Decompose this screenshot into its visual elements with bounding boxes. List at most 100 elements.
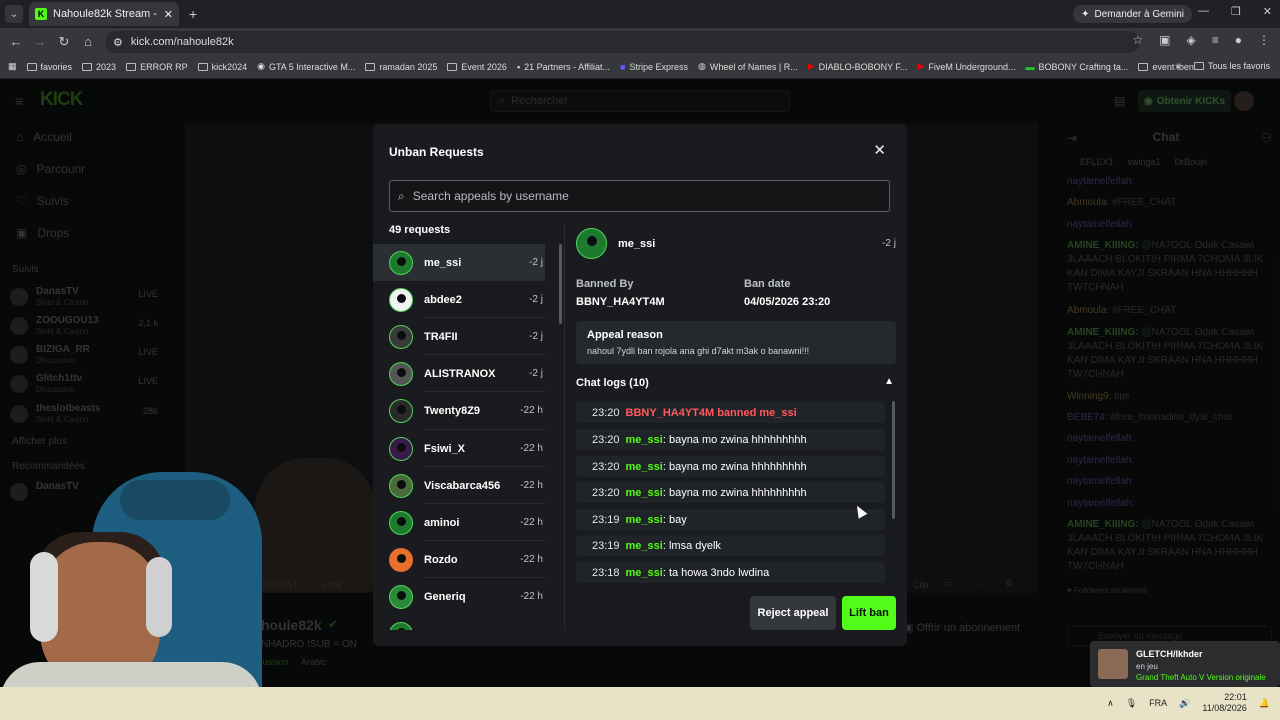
log-user: me_ssi (625, 460, 663, 473)
bookmark-item[interactable]: ◍ Wheel of Names | R... (698, 61, 798, 72)
close-tab-icon[interactable]: ✕ (164, 8, 173, 21)
detail-username[interactable]: me_ssi (618, 238, 655, 250)
avatar (389, 287, 413, 312)
chat-log-row: 23:19 me_ssi: lmsa dyelk (576, 535, 885, 556)
bookmark-item[interactable]: ■ Stripe Express (620, 62, 688, 72)
request-item[interactable]: Viscabarca456 -22 h (373, 467, 545, 504)
bookmark-item[interactable]: ▪ 21 Partners - Affiliat... (517, 62, 610, 72)
more-bookmarks-icon[interactable]: » (1175, 61, 1180, 71)
tab-search-icon[interactable]: ⌄ (5, 5, 23, 23)
maximize-icon[interactable]: ❐ (1231, 5, 1241, 18)
tray-chevron-icon[interactable]: ∧ (1107, 698, 1114, 709)
avatar (389, 547, 413, 572)
request-username: me_ssi (424, 256, 462, 269)
bookmark-label: DIABLO-BOBONY F... (818, 61, 908, 72)
close-window-icon[interactable]: ✕ (1263, 5, 1272, 18)
home-icon[interactable]: ⌂ (76, 34, 100, 49)
notifications-icon[interactable]: 🔔 (1259, 698, 1270, 709)
logs-scrollbar[interactable] (892, 401, 895, 519)
reload-icon[interactable]: ↻ (52, 34, 76, 50)
microphone-icon[interactable]: 🎙 (1126, 698, 1137, 709)
bookmark-item[interactable]: Event 2026 (447, 62, 507, 72)
chat-log-row: 23:20 me_ssi: bayna mo zwina hhhhhhhhh (576, 456, 885, 477)
bookmark-item[interactable]: ▶ FiveM Underground... (918, 61, 1016, 72)
speaker-icon[interactable]: 🔊 (1179, 698, 1190, 709)
menu-icon[interactable]: ⋮ (1258, 33, 1270, 47)
request-item[interactable]: me_ssi -2 j (373, 244, 545, 281)
request-item[interactable]: Fsiwi_X -22 h (373, 430, 545, 467)
minimize-icon[interactable]: — (1198, 5, 1209, 18)
puzzle-icon[interactable]: ◈ (1187, 33, 1196, 47)
youtube-icon: ▶ (917, 61, 925, 71)
bookmark-star-icon[interactable]: ☆ (1132, 33, 1143, 47)
gemini-button[interactable]: ✦ Demander à Gemini (1073, 5, 1192, 23)
request-item[interactable]: Rozdo -22 h (373, 541, 545, 578)
site-info-icon[interactable]: ⚙ (113, 36, 123, 49)
media-icon[interactable]: ≡ (1212, 33, 1219, 47)
folder-icon (1138, 62, 1149, 71)
request-item[interactable] (373, 615, 545, 630)
avatar (576, 228, 607, 259)
chair-logo (120, 480, 230, 520)
clock[interactable]: 22:01 11/08/2026 (1202, 692, 1246, 714)
bookmark-item[interactable]: ramadan 2025 (365, 62, 437, 72)
new-tab-icon[interactable]: + (189, 6, 197, 22)
profile-icon[interactable]: ● (1235, 33, 1242, 47)
bookmark-item[interactable]: favories (26, 62, 72, 72)
request-username: Rozdo (424, 553, 458, 566)
appeal-reason-label: Appeal reason (587, 329, 663, 341)
request-item[interactable]: Twenty8Z9 -22 h (373, 392, 545, 429)
forward-icon[interactable]: → (28, 34, 52, 49)
reject-appeal-button[interactable]: Reject appeal (750, 596, 836, 630)
notification-status: en jeu (1136, 662, 1158, 671)
chat-log-row: 23:20 me_ssi: bayna mo zwina hhhhhhhhh (576, 482, 885, 503)
log-text: : bayna mo zwina hhhhhhhhh (662, 460, 807, 473)
bookmark-label: kick2024 (211, 61, 248, 72)
appeal-search-input[interactable] (412, 189, 873, 203)
list-scrollbar[interactable] (559, 244, 562, 324)
request-time: -2 j (529, 294, 543, 305)
close-icon[interactable]: ✕ (873, 143, 886, 158)
request-time: -22 h (520, 554, 543, 565)
bookmark-item[interactable]: ERROR RP (126, 62, 188, 72)
avatar (389, 621, 413, 630)
request-item[interactable]: ALISTRANOX -2 j (373, 355, 545, 392)
youtube-icon: ▶ (807, 61, 815, 71)
chat-log-row: 23:19 me_ssi: bay (576, 509, 885, 530)
wheel-icon: ◍ (697, 61, 706, 71)
request-username: aminoi (424, 516, 460, 529)
bookmark-item[interactable]: ▬ BOBONY Crafting ta... (1025, 62, 1128, 72)
extension-icon[interactable]: ▣ (1159, 33, 1170, 47)
avatar (389, 398, 413, 423)
game-notification[interactable]: GLETCH/lkhder en jeu Grand Theft Auto V … (1090, 641, 1280, 687)
bookmark-item[interactable]: ◉ GTA 5 Interactive M... (257, 61, 355, 72)
log-time: 23:20 (592, 486, 620, 499)
request-item[interactable]: TR4FII -2 j (373, 318, 545, 355)
divider (424, 466, 545, 467)
back-icon[interactable]: ← (4, 34, 28, 49)
chat-logs-heading[interactable]: Chat logs (10) (576, 377, 649, 389)
bookmark-item[interactable]: 2023 (82, 62, 116, 72)
log-user: me_ssi (625, 539, 663, 552)
appeal-search-field[interactable]: ⌕ (389, 180, 890, 212)
request-item[interactable]: abdee2 -2 j (373, 281, 545, 318)
language-indicator[interactable]: FRA (1149, 698, 1167, 708)
request-username: Twenty8Z9 (424, 404, 481, 417)
lift-ban-button[interactable]: Lift ban (842, 596, 896, 630)
browser-tab[interactable]: K Nahoule82k Stream - Watch Liv ✕ (29, 2, 179, 26)
chevron-up-icon[interactable]: ▲ (884, 376, 894, 387)
all-bookmarks-label: Tous les favoris (1207, 61, 1270, 71)
bookmark-item[interactable]: kick2024 (197, 61, 248, 72)
log-time: 23:19 (592, 539, 620, 552)
headphone-right (146, 557, 172, 637)
apps-icon[interactable]: ▦ (8, 61, 17, 72)
stripe-icon: ■ (620, 61, 626, 72)
request-item[interactable]: aminoi -22 h (373, 504, 545, 541)
avatar (1098, 649, 1128, 679)
bookmark-item[interactable]: ▶ DIABLO-BOBONY F... (808, 61, 908, 72)
search-icon: ⌕ (398, 188, 405, 203)
request-item[interactable]: Generiq -22 h (373, 578, 545, 615)
all-bookmarks[interactable]: Tous les favoris (1193, 61, 1270, 71)
avatar (389, 250, 413, 275)
url-field[interactable]: ⚙ kick.com/nahoule82k (105, 31, 1140, 53)
